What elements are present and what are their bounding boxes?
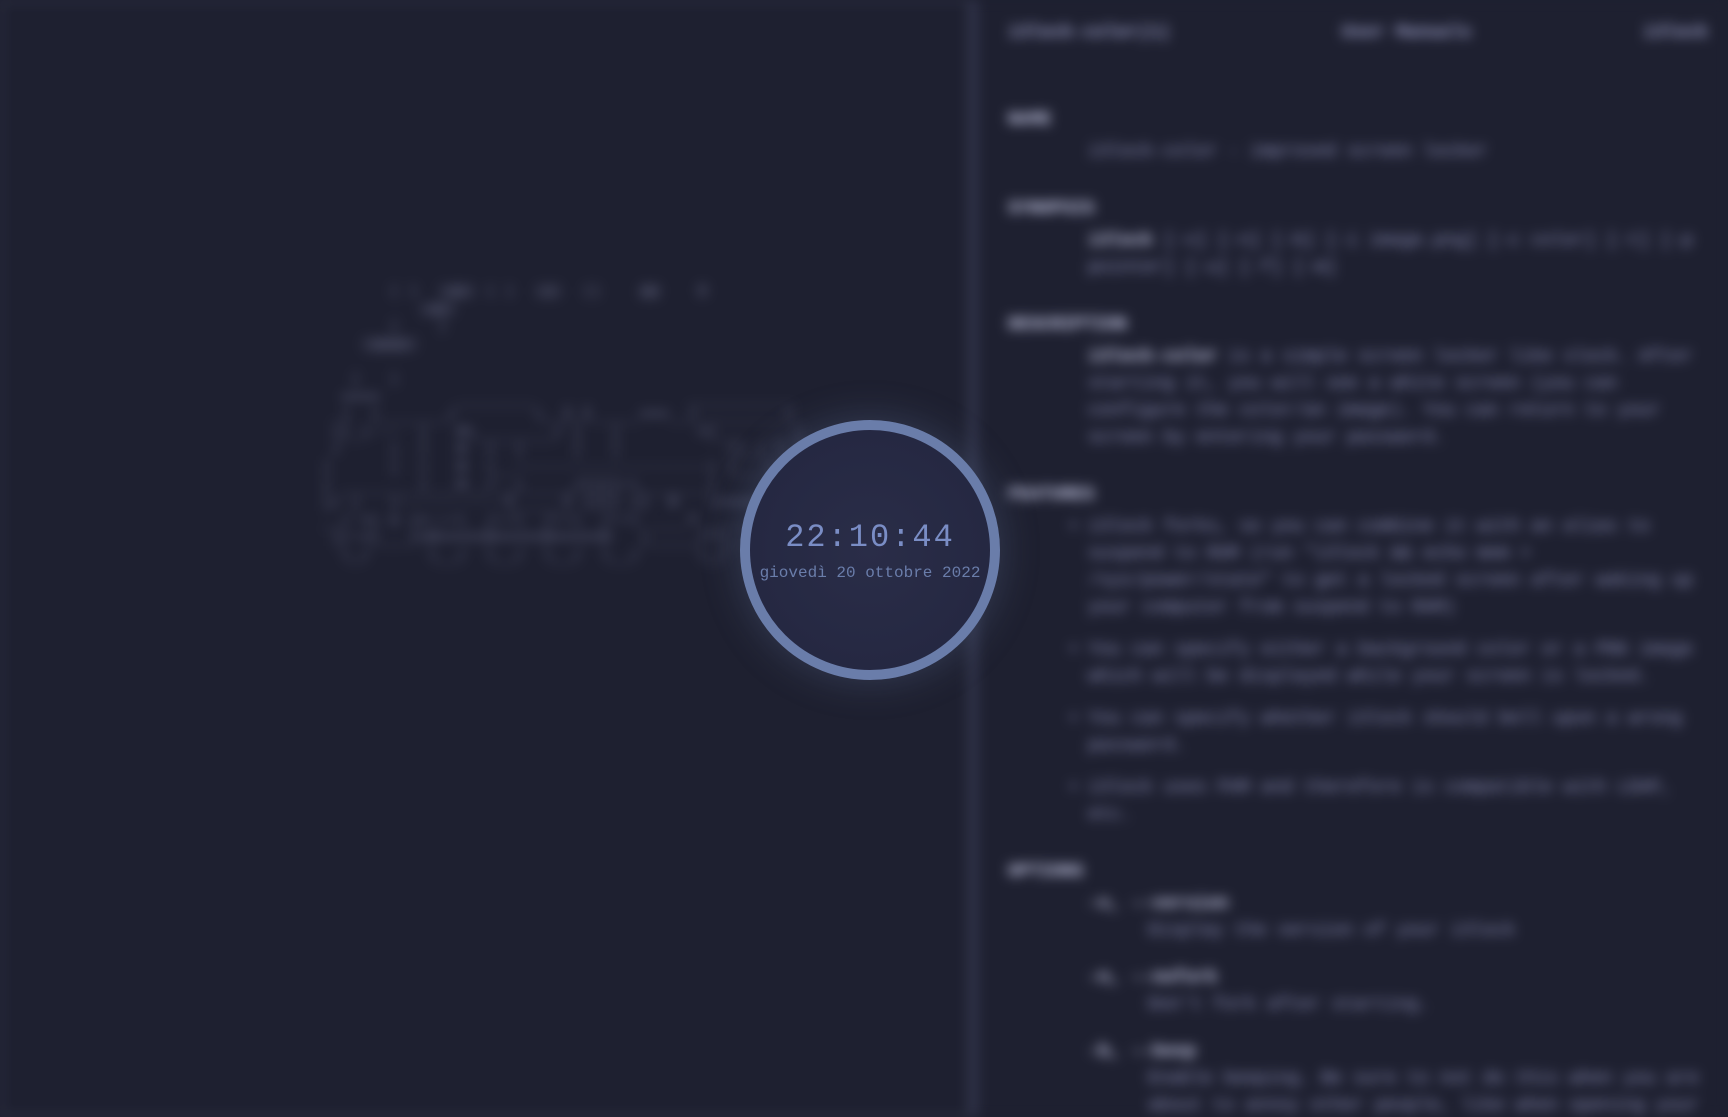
feature-item: i3lock forks, so you can combine it with… [1008, 514, 1708, 622]
feature-item: i3lock uses PAM and therefore is compati… [1008, 775, 1708, 829]
manpage-header-center: User Manuals [1342, 20, 1472, 47]
section-description-label: DESCRIPTION [1008, 312, 1708, 339]
section-synopsis-label: SYNOPSIS [1008, 196, 1708, 223]
section-name-label: NAME [1008, 107, 1708, 134]
manpage-header-right: i3lock [1643, 20, 1708, 47]
option-desc: Display the version of your i3lock [1008, 918, 1708, 945]
manpage-header: i3lock-color(1) User Manuals i3lock [1008, 20, 1708, 47]
ascii-train-art: ( ) (@@) ( ) (@) () @@ O (@@) ( ) (@@@@)… [322, 282, 813, 564]
option-flags: -b, --beep [1008, 1039, 1708, 1066]
lock-time-display: 22:10:44 [785, 519, 955, 556]
section-options-label: OPTIONS [1008, 859, 1708, 886]
manpage-pane: i3lock-color(1) User Manuals i3lock NAME… [978, 0, 1728, 1117]
lock-screen-indicator[interactable]: 22:10:44 giovedì 20 ottobre 2022 [740, 420, 1000, 680]
manpage-header-left: i3lock-color(1) [1008, 20, 1170, 47]
option-flags: -n, --nofork [1008, 965, 1708, 992]
option-desc: Don't fork after starting. [1008, 992, 1708, 1019]
section-description-body: i3lock-color is a simple screen locker l… [1008, 344, 1708, 452]
section-synopsis-body: i3lock [-v] [-n] [-b] [-i image.png] [-c… [1008, 228, 1708, 282]
description-term: i3lock-color [1088, 347, 1218, 367]
option-desc: Enable beeping. Be sure to not do this w… [1008, 1066, 1708, 1117]
feature-item: You can specify either a background colo… [1008, 637, 1708, 691]
section-features-label: FEATURES [1008, 482, 1708, 509]
section-name-body: i3lock-color - improved screen locker [1008, 139, 1708, 166]
option-flags: -v, --version [1008, 891, 1708, 918]
synopsis-cmd: i3lock [1088, 231, 1153, 251]
feature-item: You can specify whether i3lock should be… [1008, 706, 1708, 760]
synopsis-flags: [-v] [-n] [-b] [-i image.png] [-c color]… [1088, 231, 1693, 278]
lock-date-display: giovedì 20 ottobre 2022 [760, 564, 981, 582]
